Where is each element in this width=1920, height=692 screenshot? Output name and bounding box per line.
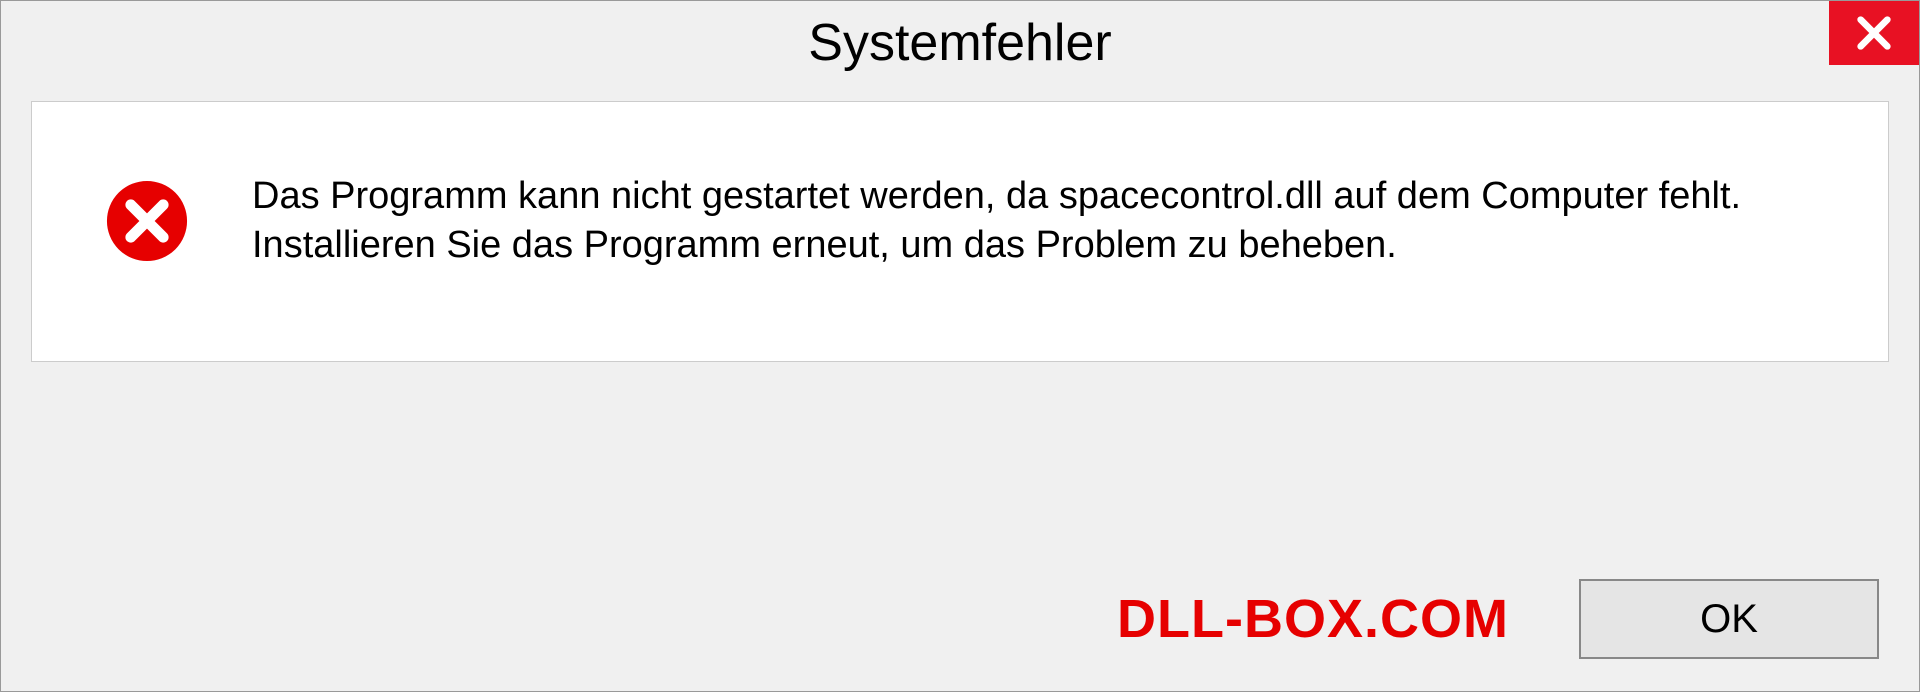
ok-button[interactable]: OK	[1579, 579, 1879, 659]
dialog-footer: DLL-BOX.COM OK	[1, 579, 1919, 659]
error-icon	[102, 176, 192, 266]
close-icon	[1854, 13, 1894, 53]
dialog-title: Systemfehler	[808, 13, 1111, 73]
close-button[interactable]	[1829, 1, 1919, 65]
title-bar: Systemfehler	[1, 1, 1919, 81]
message-panel: Das Programm kann nicht gestartet werden…	[31, 101, 1889, 362]
error-message: Das Programm kann nicht gestartet werden…	[252, 172, 1828, 271]
watermark-text: DLL-BOX.COM	[1117, 588, 1509, 650]
